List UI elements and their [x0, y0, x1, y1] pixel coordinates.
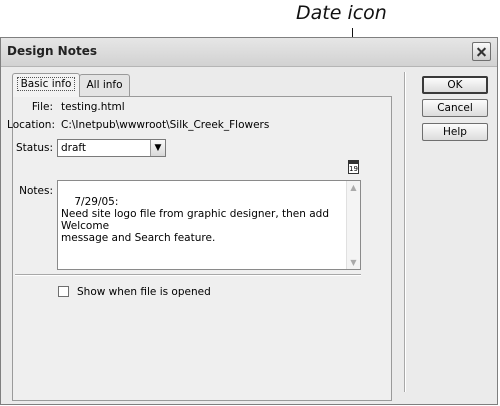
- ok-button[interactable]: OK: [422, 76, 488, 94]
- tab-label: Basic info: [16, 77, 76, 91]
- file-value: testing.html: [61, 101, 125, 113]
- file-label: File:: [31, 101, 53, 113]
- location-label: Location:: [7, 119, 55, 131]
- status-label: Status:: [16, 142, 53, 154]
- dialog-title: Design Notes: [7, 44, 97, 58]
- close-icon[interactable]: [472, 42, 491, 61]
- notes-label: Notes:: [19, 185, 53, 197]
- notes-text: 7/29/05: Need site logo file from graphi…: [61, 196, 329, 244]
- chevron-down-icon[interactable]: ▼: [150, 140, 165, 156]
- title-bar: Design Notes: [1, 38, 497, 67]
- calendar-date-icon[interactable]: 19: [348, 160, 359, 174]
- cancel-button[interactable]: Cancel: [422, 99, 488, 117]
- show-when-opened-label[interactable]: Show when file is opened: [77, 286, 211, 298]
- scroll-down-icon[interactable]: ▼: [347, 256, 360, 269]
- help-button[interactable]: Help: [422, 123, 488, 141]
- status-select[interactable]: draft ▼: [57, 139, 166, 157]
- tab-basic-info[interactable]: Basic info: [12, 73, 80, 97]
- notes-textarea[interactable]: 7/29/05: Need site logo file from graphi…: [57, 180, 361, 270]
- location-value: C:\Inetpub\wwwroot\Silk_Creek_Flowers: [61, 119, 270, 131]
- design-notes-dialog: Design Notes Basic info All info File: t…: [0, 37, 498, 405]
- divider: [15, 274, 361, 276]
- button-divider: [404, 72, 406, 392]
- show-when-opened-checkbox[interactable]: [58, 286, 69, 297]
- status-value: draft: [61, 142, 87, 154]
- date-icon-callout: Date icon: [296, 2, 387, 24]
- tab-all-info[interactable]: All info: [79, 74, 130, 96]
- scroll-up-icon[interactable]: ▲: [347, 181, 360, 194]
- notes-scrollbar[interactable]: ▲ ▼: [346, 181, 360, 269]
